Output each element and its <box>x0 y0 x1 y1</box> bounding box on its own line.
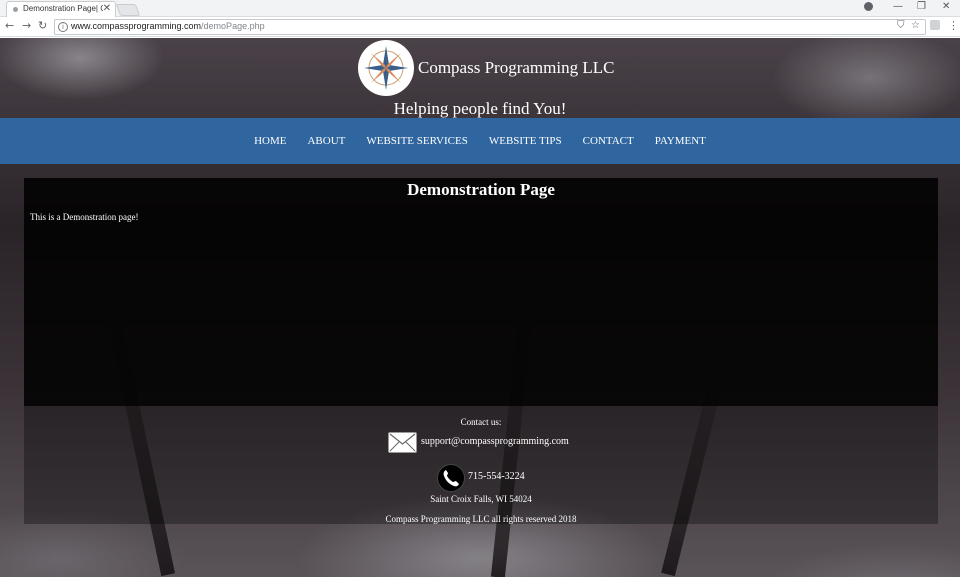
reload-icon[interactable]: ↻ <box>38 19 47 32</box>
nav-about[interactable]: ABOUT <box>307 135 345 147</box>
nav-website-services[interactable]: WEBSITE SERVICES <box>366 135 467 147</box>
page-text: This is a Demonstration page! <box>30 212 139 222</box>
browser-tab[interactable]: Demonstration Page| Cor ✕ <box>6 1 116 17</box>
forward-icon[interactable]: → <box>22 19 31 32</box>
site-header: Compass Programming LLC Helping people f… <box>0 38 960 118</box>
new-tab-button[interactable] <box>115 4 141 16</box>
nav-home[interactable]: HOME <box>254 135 286 147</box>
info-icon[interactable]: i <box>58 22 68 32</box>
nav-contact[interactable]: CONTACT <box>583 135 634 147</box>
page-title: Demonstration Page <box>407 180 555 199</box>
site-name[interactable]: Compass Programming LLC <box>418 58 614 78</box>
address-bar[interactable]: i www.compassprogramming.com/demoPage.ph… <box>54 19 926 35</box>
phone-number[interactable]: 715-554-3224 <box>468 471 525 482</box>
menu-icon[interactable]: ⋮ <box>948 19 959 32</box>
browser-toolbar: ← → ↻ i www.compassprogramming.com/demoP… <box>0 17 960 37</box>
favicon-icon <box>13 7 18 12</box>
star-icon[interactable]: ☆ <box>911 20 920 31</box>
nav-payment[interactable]: PAYMENT <box>655 135 706 147</box>
address: Saint Croix Falls, WI 54024 <box>430 494 532 504</box>
extension-icon[interactable] <box>930 20 940 30</box>
envelope-icon[interactable] <box>388 432 417 453</box>
nav-list: HOME ABOUT WEBSITE SERVICES WEBSITE TIPS… <box>0 118 960 164</box>
site-footer: Contact us: support@compassprogramming.c… <box>24 406 938 524</box>
url-path: /demoPage.php <box>201 21 265 31</box>
url-text[interactable]: www.compassprogramming.com/demoPage.php <box>71 21 265 31</box>
contact-label: Contact us: <box>460 417 502 427</box>
phone-icon[interactable] <box>437 464 465 492</box>
page-viewport: Compass Programming LLC Helping people f… <box>0 38 960 577</box>
nav-website-tips[interactable]: WEBSITE TIPS <box>489 135 562 147</box>
browser-titlebar: Demonstration Page| Cor ✕ — ❐ ✕ <box>0 0 960 17</box>
main-nav: HOME ABOUT WEBSITE SERVICES WEBSITE TIPS… <box>0 118 960 164</box>
content-panel: Demonstration Page This is a Demonstrati… <box>24 178 938 406</box>
email-link[interactable]: support@compassprogramming.com <box>421 436 569 447</box>
window-close-icon[interactable]: ✕ <box>942 1 950 12</box>
tagline: Helping people find You! <box>393 99 567 118</box>
compass-logo-icon[interactable] <box>358 40 414 96</box>
back-icon[interactable]: ← <box>5 19 14 32</box>
minimize-icon[interactable]: — <box>893 1 903 12</box>
profile-icon[interactable] <box>864 2 873 11</box>
close-tab-icon[interactable]: ✕ <box>103 3 111 14</box>
tab-title: Demonstration Page| Cor <box>23 4 103 13</box>
url-host: www.compassprogramming.com <box>71 21 202 31</box>
copyright: Compass Programming LLC all rights reser… <box>385 514 577 524</box>
restore-icon[interactable]: ❐ <box>917 1 926 12</box>
translate-icon[interactable]: ⛉ <box>897 20 905 31</box>
